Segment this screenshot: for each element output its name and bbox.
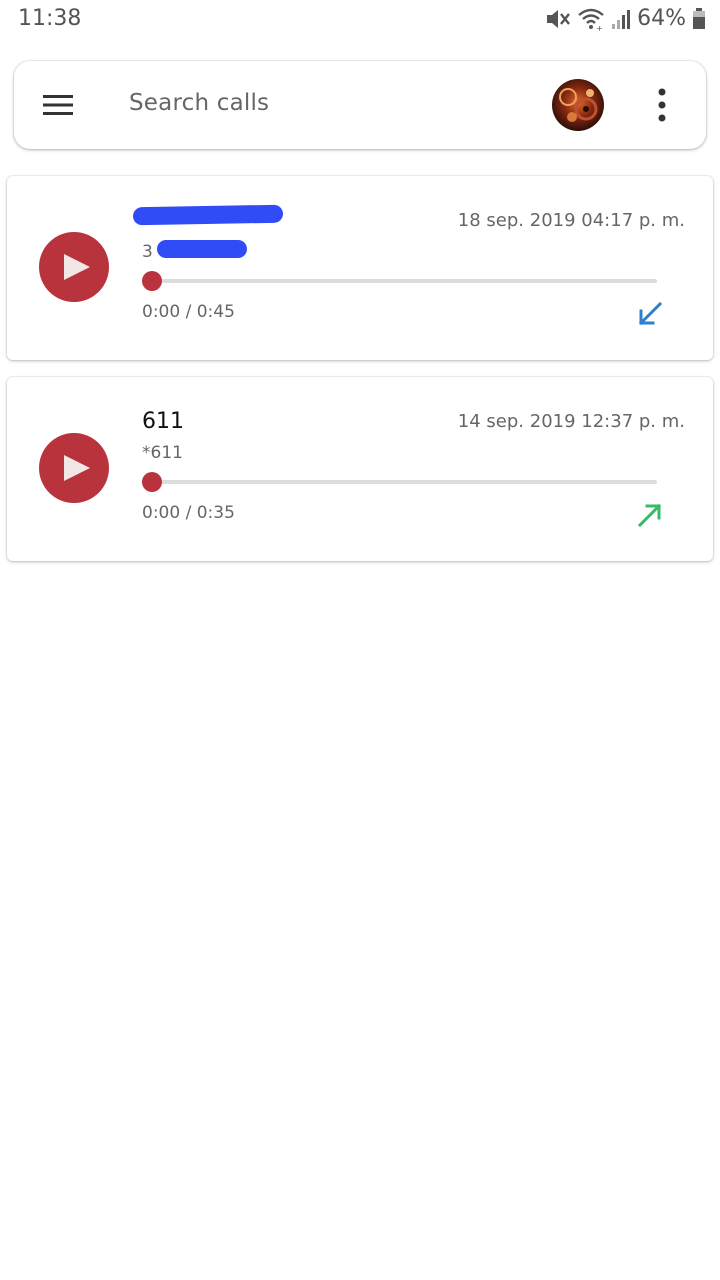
play-button[interactable] — [39, 232, 109, 302]
signal-icon — [611, 8, 631, 30]
redaction-mark — [157, 240, 247, 258]
status-bar: 11:38 + 64% — [0, 0, 720, 42]
progress-track[interactable] — [147, 279, 657, 283]
wifi-icon: + — [577, 7, 605, 31]
contact-number: 3 — [142, 242, 153, 262]
contact-name: 611 — [142, 409, 184, 434]
menu-icon[interactable] — [43, 94, 73, 116]
status-time: 11:38 — [18, 6, 82, 31]
progress-track[interactable] — [147, 480, 657, 484]
call-recording-card[interactable]: 3 18 sep. 2019 04:17 p. m. 0:00 / 0:45 — [7, 176, 713, 360]
status-icons: + 64% — [545, 6, 706, 31]
more-options-icon[interactable] — [654, 87, 670, 123]
progress-thumb[interactable] — [142, 271, 162, 291]
svg-text:+: + — [596, 24, 603, 31]
call-recording-card[interactable]: 611 *611 14 sep. 2019 12:37 p. m. 0:00 /… — [7, 377, 713, 561]
battery-percent: 64% — [637, 6, 686, 31]
search-input[interactable]: Search calls — [129, 90, 269, 116]
redaction-mark — [132, 204, 284, 226]
outgoing-call-icon — [636, 501, 664, 533]
avatar[interactable] — [552, 79, 604, 131]
mute-icon — [545, 7, 571, 31]
call-date: 18 sep. 2019 04:17 p. m. — [457, 210, 685, 231]
play-icon — [64, 254, 90, 280]
search-bar: Search calls — [14, 61, 706, 149]
battery-icon — [692, 7, 706, 30]
playback-time: 0:00 / 0:35 — [142, 503, 235, 523]
progress-thumb[interactable] — [142, 472, 162, 492]
play-button[interactable] — [39, 433, 109, 503]
incoming-call-icon — [636, 300, 664, 332]
playback-time: 0:00 / 0:45 — [142, 302, 235, 322]
contact-number: *611 — [142, 443, 183, 463]
play-icon — [64, 455, 90, 481]
call-date: 14 sep. 2019 12:37 p. m. — [457, 411, 685, 432]
